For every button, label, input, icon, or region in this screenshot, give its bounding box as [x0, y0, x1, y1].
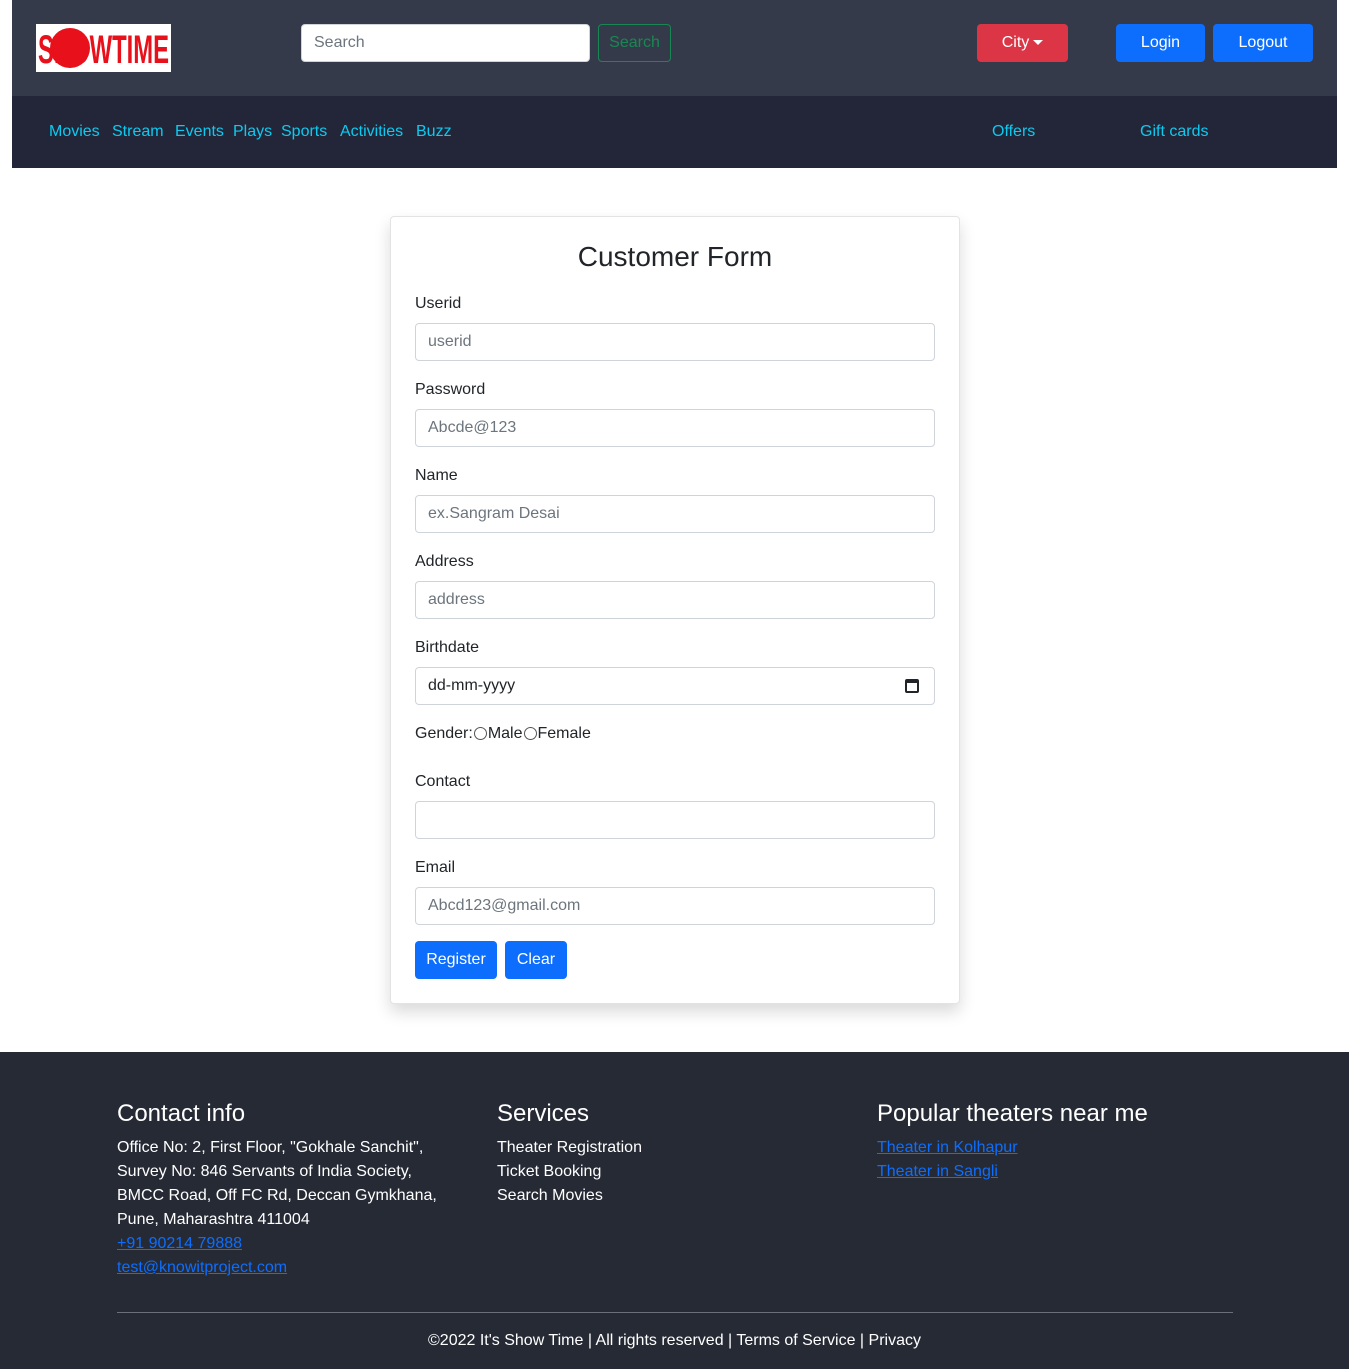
- gender-row: Gender: Male Female: [415, 725, 591, 743]
- copyright-text: ©2022 It's Show Time | All rights reserv…: [428, 1332, 921, 1349]
- calendar-icon[interactable]: [905, 679, 919, 693]
- password-label: Password: [415, 381, 486, 398]
- services-heading: Services: [497, 1100, 590, 1127]
- footer-services-column: Services Theater Registration Ticket Boo…: [497, 1100, 642, 1208]
- address-line: BMCC Road, Off FC Rd, Deccan Gymkhana,: [117, 1187, 437, 1204]
- theater-sangli-link[interactable]: Theater in Sangli: [877, 1160, 1148, 1184]
- gender-male-label: Male: [487, 725, 523, 742]
- theater-kolhapur-link[interactable]: Theater in Kolhapur: [877, 1136, 1148, 1160]
- city-label: City: [1001, 34, 1030, 51]
- showtime-logo[interactable]: SHOWTIME: [36, 24, 171, 72]
- footer-divider: [117, 1312, 1233, 1313]
- city-dropdown-button[interactable]: City: [977, 24, 1068, 62]
- form-title: Customer Form: [577, 241, 773, 272]
- phone-link[interactable]: +91 90214 79888: [117, 1232, 437, 1256]
- logout-button[interactable]: Logout: [1213, 24, 1313, 62]
- name-label: Name: [415, 467, 458, 484]
- footer-theaters-column: Popular theaters near me Theater in Kolh…: [877, 1100, 1148, 1184]
- address-line: Office No: 2, First Floor, "Gokhale Sanc…: [117, 1139, 424, 1156]
- userid-input[interactable]: [415, 323, 935, 361]
- top-header: SHOWTIME Search City Login Logout: [12, 0, 1337, 96]
- nav-buzz[interactable]: Buzz: [416, 123, 452, 141]
- login-button[interactable]: Login: [1116, 24, 1205, 62]
- contact-heading: Contact info: [117, 1100, 246, 1127]
- email-link[interactable]: test@knowitproject.com: [117, 1256, 437, 1280]
- address-input[interactable]: [415, 581, 935, 619]
- contact-input[interactable]: [415, 801, 935, 839]
- nav-stream[interactable]: Stream: [112, 123, 164, 141]
- customer-form-card: Customer Form Userid Password Name Addre…: [390, 216, 960, 1004]
- birthdate-input[interactable]: dd-mm-yyyy: [415, 667, 935, 705]
- search-button[interactable]: Search: [598, 24, 671, 62]
- footer: Contact info Office No: 2, First Floor, …: [0, 1052, 1349, 1369]
- nav-activities[interactable]: Activities: [340, 123, 403, 141]
- contact-label: Contact: [415, 773, 471, 790]
- gender-label: Gender:: [415, 725, 473, 742]
- userid-label: Userid: [415, 295, 462, 312]
- nav-sports[interactable]: Sports: [281, 123, 327, 141]
- nav-events[interactable]: Events: [175, 123, 224, 141]
- service-item: Search Movies: [497, 1187, 603, 1204]
- nav-gift-cards[interactable]: Gift cards: [1140, 123, 1208, 141]
- gender-female-radio[interactable]: [523, 726, 537, 740]
- service-item: Ticket Booking: [497, 1163, 602, 1180]
- address-line: Pune, Maharashtra 411004: [117, 1211, 310, 1228]
- gender-female-label: Female: [537, 725, 591, 742]
- logo-text: SHOWTIME: [38, 28, 169, 72]
- caret-down-icon: [1033, 39, 1044, 45]
- category-navbar: Movies Stream Events Plays Sports Activi…: [12, 96, 1337, 168]
- email-label: Email: [415, 859, 456, 876]
- clear-button[interactable]: Clear: [505, 941, 567, 979]
- password-input[interactable]: [415, 409, 935, 447]
- logo-graphic: SHOWTIME: [38, 28, 169, 72]
- nav-offers[interactable]: Offers: [992, 123, 1035, 141]
- register-button[interactable]: Register: [415, 941, 497, 979]
- search-input[interactable]: [301, 24, 590, 62]
- email-input[interactable]: [415, 887, 935, 925]
- nav-plays[interactable]: Plays: [233, 123, 272, 141]
- address-line: Survey No: 846 Servants of India Society…: [117, 1163, 412, 1180]
- service-item: Theater Registration: [497, 1139, 642, 1156]
- theaters-heading: Popular theaters near me: [877, 1100, 1148, 1127]
- name-input[interactable]: [415, 495, 935, 533]
- footer-contact-column: Contact info Office No: 2, First Floor, …: [117, 1100, 437, 1280]
- address-label: Address: [415, 553, 474, 570]
- nav-movies[interactable]: Movies: [49, 123, 100, 141]
- birthdate-label: Birthdate: [415, 639, 480, 656]
- birthdate-value: dd-mm-yyyy: [428, 677, 516, 694]
- gender-male-radio[interactable]: [473, 726, 487, 740]
